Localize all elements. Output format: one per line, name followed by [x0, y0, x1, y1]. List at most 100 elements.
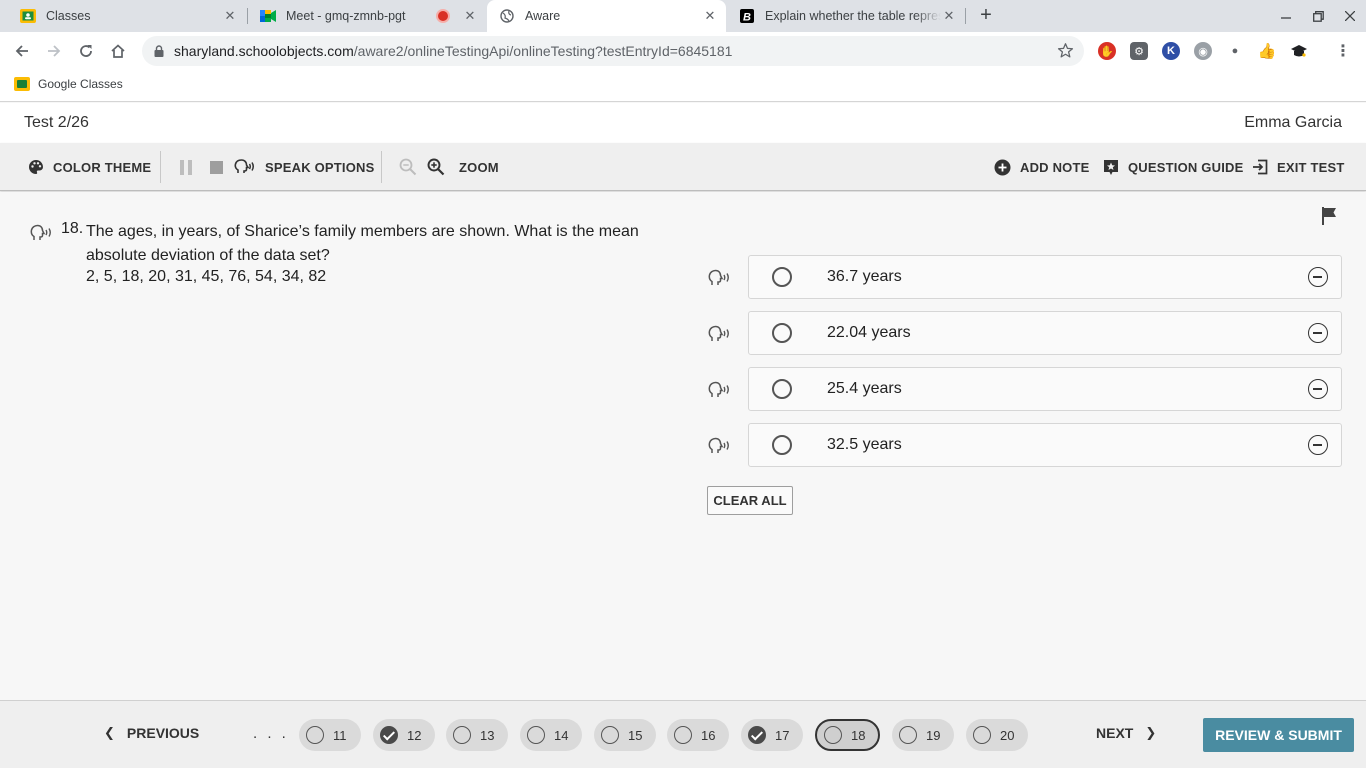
question-pill-12[interactable]: 12 [373, 719, 435, 751]
answer-option-c[interactable]: 25.4 years [748, 367, 1342, 411]
exit-test-button[interactable]: EXIT TEST [1252, 155, 1345, 179]
speaking-head-icon [708, 437, 729, 453]
status-circle-icon [674, 726, 692, 744]
question-pill-17[interactable]: 17 [741, 719, 803, 751]
speak-question-button[interactable] [30, 224, 54, 247]
radio-button[interactable] [772, 379, 792, 399]
question-pill-16[interactable]: 16 [667, 719, 729, 751]
bookmark-google-classes[interactable]: Google Classes [14, 77, 123, 91]
color-theme-label: COLOR THEME [53, 159, 152, 175]
bookmarks-bar: Google Classes [0, 70, 1366, 102]
adblock-extension-icon[interactable]: ✋ [1098, 42, 1116, 60]
question-guide-label: QUESTION GUIDE [1128, 159, 1244, 175]
question-pill-18-current[interactable]: 18 [815, 719, 880, 751]
tab-title: Classes [46, 9, 91, 23]
restore-button[interactable] [1302, 0, 1334, 32]
question-pill-20[interactable]: 20 [966, 719, 1028, 751]
pause-button[interactable] [180, 155, 193, 179]
eliminate-option-icon[interactable] [1308, 267, 1328, 287]
question-pill-14[interactable]: 14 [520, 719, 582, 751]
speaking-head-icon [708, 325, 729, 341]
brainly-icon: B [739, 8, 755, 24]
question-pill-number: 13 [480, 727, 495, 743]
test-tools-bar: COLOR THEME SPEAK OPTIONS ZOOM ADD NOTE … [0, 143, 1366, 191]
flag-question-button[interactable] [1321, 207, 1338, 230]
speaking-head-icon [234, 159, 256, 175]
answer-option-a[interactable]: 36.7 years [748, 255, 1342, 299]
bookmark-star-icon[interactable] [1057, 42, 1074, 62]
forward-arrow-icon [48, 45, 61, 57]
reload-button[interactable] [74, 39, 98, 63]
browser-toolbar: sharyland.schoolobjects.com/aware2/onlin… [0, 32, 1366, 70]
tab-aware[interactable]: Aware ✕ [487, 0, 726, 32]
radio-button[interactable] [772, 323, 792, 343]
pin-extension-icon[interactable]: ● [1226, 42, 1244, 60]
zoom-out-button[interactable] [399, 155, 417, 179]
close-icon[interactable]: ✕ [702, 8, 718, 24]
speak-option-button[interactable] [708, 437, 732, 460]
radio-button[interactable] [772, 435, 792, 455]
thumbs-up-extension-icon[interactable]: 👍 [1258, 42, 1277, 60]
more-questions-ellipsis[interactable]: . . . [253, 725, 289, 742]
tab-meet[interactable]: Meet - gmq-zmnb-pgt ✕ [248, 0, 486, 32]
close-icon[interactable]: ✕ [941, 8, 957, 24]
zoom-in-button[interactable] [427, 155, 445, 179]
tab-title: Explain whether the table represents [765, 9, 941, 23]
reload-icon [80, 45, 92, 57]
new-tab-button[interactable]: + [976, 5, 996, 26]
tab-divider [965, 8, 966, 24]
globe-icon [499, 8, 515, 24]
previous-button[interactable]: ❮ PREVIOUS [104, 725, 199, 741]
speak-option-button[interactable] [708, 269, 732, 292]
question-pill-number: 12 [407, 727, 422, 743]
color-theme-button[interactable]: COLOR THEME [28, 155, 151, 179]
question-pill-19[interactable]: 19 [892, 719, 954, 751]
recording-icon [436, 9, 450, 23]
question-guide-button[interactable]: QUESTION GUIDE [1103, 155, 1243, 179]
forward-button[interactable] [42, 39, 66, 63]
radio-button[interactable] [772, 267, 792, 287]
question-pill-number: 18 [851, 727, 866, 743]
address-bar[interactable]: sharyland.schoolobjects.com/aware2/onlin… [142, 36, 1084, 66]
add-note-icon [994, 159, 1011, 176]
tab-classes[interactable]: Classes ✕ [8, 0, 246, 32]
status-circle-icon [306, 726, 324, 744]
close-icon[interactable]: ✕ [462, 8, 478, 24]
pause-icon [180, 159, 192, 175]
question-pill-13[interactable]: 13 [446, 719, 508, 751]
puzzle-extension-icon[interactable]: ⚙ [1130, 42, 1148, 60]
lock-icon[interactable] [154, 45, 164, 57]
speak-option-button[interactable] [708, 325, 732, 348]
close-icon[interactable]: ✕ [222, 8, 238, 24]
kami-extension-icon[interactable]: K [1162, 42, 1180, 60]
graduation-cap-extension-icon[interactable] [1290, 42, 1308, 60]
add-note-button[interactable]: ADD NOTE [994, 155, 1090, 179]
question-pill-11[interactable]: 11 [299, 719, 361, 751]
chrome-menu-icon[interactable]: ⋮ [1334, 42, 1352, 60]
home-button[interactable] [106, 39, 130, 63]
eliminate-option-icon[interactable] [1308, 379, 1328, 399]
tab-title: Aware [525, 9, 561, 23]
eliminate-option-icon[interactable] [1308, 435, 1328, 455]
tab-brainly[interactable]: B Explain whether the table represents ✕ [727, 0, 965, 32]
clear-all-button[interactable]: CLEAR ALL [707, 486, 793, 515]
minimize-button[interactable] [1270, 0, 1302, 32]
exit-test-label: EXIT TEST [1277, 159, 1345, 175]
restore-icon [1312, 10, 1324, 22]
question-pill-number: 15 [628, 727, 643, 743]
speak-option-button[interactable] [708, 381, 732, 404]
review-submit-button[interactable]: REVIEW & SUBMIT [1203, 718, 1354, 752]
toolbar-divider [381, 151, 382, 183]
next-button[interactable]: NEXT ❯ [1096, 725, 1156, 741]
window-close-button[interactable] [1334, 0, 1366, 32]
exit-icon [1252, 159, 1268, 175]
helper-extension-icon[interactable]: ◉ [1194, 42, 1212, 60]
stop-button[interactable] [210, 155, 223, 179]
answer-option-b[interactable]: 22.04 years [748, 311, 1342, 355]
question-pill-15[interactable]: 15 [594, 719, 656, 751]
back-button[interactable] [10, 39, 34, 63]
answer-option-d[interactable]: 32.5 years [748, 423, 1342, 467]
speak-options-button[interactable]: SPEAK OPTIONS [234, 155, 375, 179]
question-pill-number: 16 [701, 727, 716, 743]
eliminate-option-icon[interactable] [1308, 323, 1328, 343]
